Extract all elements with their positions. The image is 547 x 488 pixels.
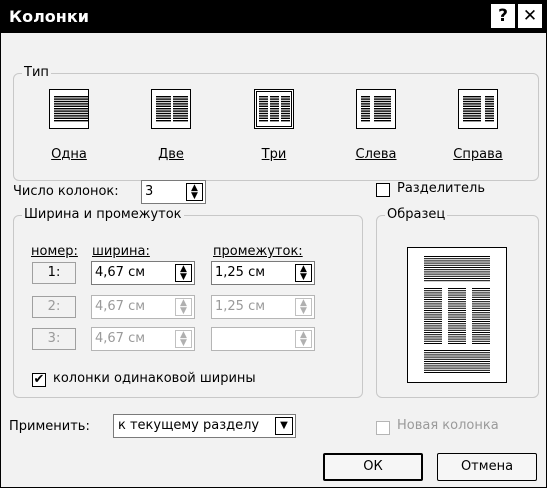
title-bar[interactable]: Колонки ? ✕ [1, 1, 546, 33]
preview-legend: Образец [385, 207, 448, 222]
spin-down-icon[interactable]: ▼ [180, 306, 187, 316]
apply-label: Применить: [9, 419, 90, 434]
spacing-input-1[interactable]: 1,25 см ▲ ▼ [211, 261, 315, 285]
width-spinner-2[interactable]: ▲ ▼ [175, 298, 192, 316]
columns-count-input[interactable]: 3 ▲ ▼ [141, 180, 206, 204]
preset-left-button[interactable] [356, 89, 396, 129]
equal-width-checkbox[interactable]: ✔ [32, 373, 46, 387]
spacing-input-2[interactable]: 1,25 см ▲ ▼ [211, 295, 315, 319]
spin-down-icon[interactable]: ▼ [191, 191, 198, 201]
separator-label[interactable]: Разделитель [397, 181, 485, 196]
spacing-spinner-2[interactable]: ▲ ▼ [295, 298, 312, 316]
width-spacing-legend: Ширина и промежуток [22, 207, 184, 222]
preset-left-label[interactable]: Слева [355, 147, 396, 162]
close-button[interactable]: ✕ [518, 4, 542, 28]
dialog-title: Колонки [9, 7, 89, 26]
spin-down-icon[interactable]: ▼ [300, 306, 307, 316]
header-width: ширина: [92, 244, 150, 259]
columns-left-icon [361, 96, 391, 122]
preset-right-button[interactable] [458, 89, 498, 129]
width-input-2[interactable]: 4,67 см ▲ ▼ [91, 295, 195, 319]
preview-lines-graphic [424, 256, 490, 373]
preset-three-button[interactable] [254, 89, 294, 129]
cancel-button[interactable]: Отмена [437, 453, 537, 481]
spin-down-icon[interactable]: ▼ [300, 338, 307, 348]
preset-two-label[interactable]: Две [158, 147, 184, 162]
columns-count-label: Число колонок: [13, 184, 119, 199]
columns-three-icon [259, 96, 290, 122]
spin-down-icon[interactable]: ▼ [180, 338, 187, 348]
columns-dialog: Колонки ? ✕ Тип Одна Две Три Слева Справа Чи… [0, 0, 547, 488]
new-column-checkbox[interactable] [376, 421, 390, 435]
preset-one-label[interactable]: Одна [51, 147, 87, 162]
checkmark-icon: ✔ [33, 372, 45, 387]
width-value-3: 4,67 см [95, 331, 146, 346]
new-column-label[interactable]: Новая колонка [397, 418, 499, 433]
apply-value: к текущему разделу [118, 418, 260, 433]
width-input-1[interactable]: 4,67 см ▲ ▼ [91, 261, 195, 285]
columns-count-value: 3 [145, 184, 154, 199]
column-number-3: 3: [32, 328, 76, 350]
width-spinner-1[interactable]: ▲ ▼ [175, 264, 192, 282]
columns-two-icon [156, 96, 188, 122]
preset-one-button[interactable] [49, 89, 89, 129]
spacing-input-3[interactable]: ▲ ▼ [211, 327, 315, 351]
separator-checkbox[interactable] [376, 183, 390, 197]
type-group-legend: Тип [22, 65, 51, 80]
apply-select[interactable]: к текущему разделу ▼ [113, 414, 296, 438]
header-spacing: промежуток: [213, 244, 303, 259]
header-number: номер: [31, 244, 78, 259]
spacing-spinner-1[interactable]: ▲ ▼ [295, 264, 312, 282]
preset-three-label[interactable]: Три [262, 147, 287, 162]
preset-right-label[interactable]: Справа [453, 147, 502, 162]
preview-page [407, 247, 507, 383]
ok-button[interactable]: ОК [323, 453, 423, 481]
column-number-1: 1: [32, 262, 76, 284]
help-button[interactable]: ? [491, 4, 515, 28]
column-number-2: 2: [32, 296, 76, 318]
spacing-spinner-3[interactable]: ▲ ▼ [295, 330, 312, 348]
spin-down-icon[interactable]: ▼ [180, 272, 187, 282]
width-spinner-3[interactable]: ▲ ▼ [175, 330, 192, 348]
width-value-1: 4,67 см [95, 265, 146, 280]
spacing-value-2: 1,25 см [215, 299, 266, 314]
chevron-down-icon[interactable]: ▼ [275, 417, 293, 435]
columns-right-icon [463, 96, 494, 122]
columns-count-spinner[interactable]: ▲ ▼ [186, 183, 203, 201]
spin-down-icon[interactable]: ▼ [300, 272, 307, 282]
spacing-value-1: 1,25 см [215, 265, 266, 280]
width-value-2: 4,67 см [95, 299, 146, 314]
preset-two-button[interactable] [151, 89, 191, 129]
width-input-3[interactable]: 4,67 см ▲ ▼ [91, 327, 195, 351]
equal-width-label[interactable]: колонки одинаковой ширины [53, 371, 256, 386]
columns-one-icon [54, 96, 88, 122]
